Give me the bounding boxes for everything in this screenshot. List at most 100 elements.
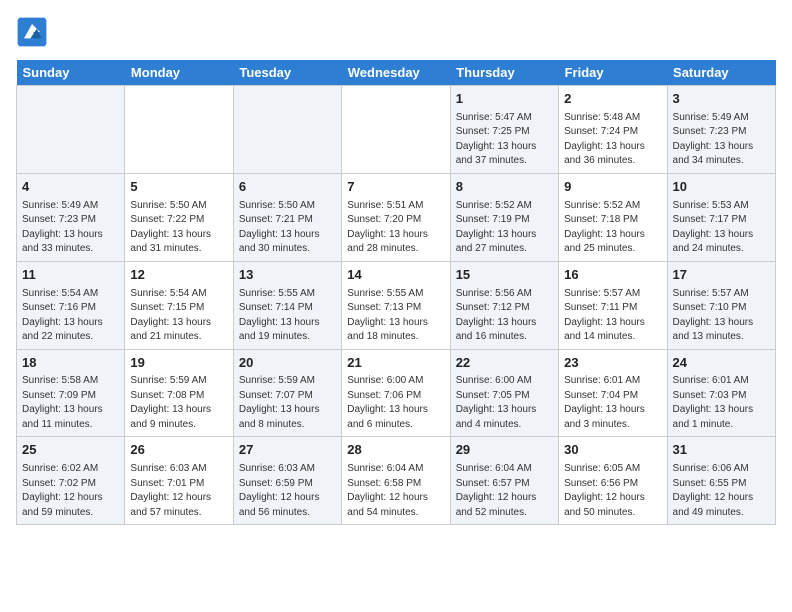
day-number: 11 — [22, 266, 119, 285]
calendar-week-4: 25 Sunrise: 6:02 AM Sunset: 7:02 PM Dayli… — [17, 437, 776, 525]
day-header-tuesday: Tuesday — [233, 60, 341, 86]
calendar-cell: 4 Sunrise: 5:49 AM Sunset: 7:23 PM Daylig… — [17, 173, 125, 261]
day-number: 22 — [456, 354, 553, 373]
day-number: 25 — [22, 441, 119, 460]
page-header — [16, 16, 776, 48]
calendar-cell — [17, 86, 125, 174]
day-number: 20 — [239, 354, 336, 373]
calendar-cell: 11 Sunrise: 5:54 AM Sunset: 7:16 PM Dayli… — [17, 261, 125, 349]
day-info: Sunrise: 6:03 AM Sunset: 6:59 PM Dayligh… — [239, 462, 336, 520]
day-info: Sunrise: 6:00 AM Sunset: 7:06 PM Dayligh… — [347, 374, 444, 432]
day-number: 28 — [347, 441, 444, 460]
day-info: Sunrise: 6:00 AM Sunset: 7:05 PM Dayligh… — [456, 374, 553, 432]
calendar-cell: 15 Sunrise: 5:56 AM Sunset: 7:12 PM Dayli… — [450, 261, 558, 349]
day-number: 15 — [456, 266, 553, 285]
calendar-cell: 26 Sunrise: 6:03 AM Sunset: 7:01 PM Dayli… — [125, 437, 233, 525]
day-number: 5 — [130, 178, 227, 197]
day-number: 13 — [239, 266, 336, 285]
day-header-thursday: Thursday — [450, 60, 558, 86]
day-info: Sunrise: 6:06 AM Sunset: 6:55 PM Dayligh… — [673, 462, 770, 520]
calendar-cell: 13 Sunrise: 5:55 AM Sunset: 7:14 PM Dayli… — [233, 261, 341, 349]
day-number: 19 — [130, 354, 227, 373]
day-info: Sunrise: 5:49 AM Sunset: 7:23 PM Dayligh… — [673, 111, 770, 169]
day-number: 29 — [456, 441, 553, 460]
calendar-cell: 25 Sunrise: 6:02 AM Sunset: 7:02 PM Dayli… — [17, 437, 125, 525]
day-info: Sunrise: 6:01 AM Sunset: 7:04 PM Dayligh… — [564, 374, 661, 432]
day-number: 12 — [130, 266, 227, 285]
calendar-table: SundayMondayTuesdayWednesdayThursdayFrid… — [16, 60, 776, 525]
calendar-cell: 31 Sunrise: 6:06 AM Sunset: 6:55 PM Dayli… — [667, 437, 775, 525]
calendar-cell: 29Sunrise: 6:04 AM Sunset: 6:57 PM Dayli… — [450, 437, 558, 525]
day-number: 1 — [456, 90, 553, 109]
calendar-cell: 10Sunrise: 5:53 AM Sunset: 7:17 PM Dayli… — [667, 173, 775, 261]
calendar-cell: 28 Sunrise: 6:04 AM Sunset: 6:58 PM Dayli… — [342, 437, 450, 525]
logo — [16, 16, 52, 48]
calendar-cell: 5Sunrise: 5:50 AM Sunset: 7:22 PM Daylig… — [125, 173, 233, 261]
calendar-week-3: 18Sunrise: 5:58 AM Sunset: 7:09 PM Dayli… — [17, 349, 776, 437]
header-row: SundayMondayTuesdayWednesdayThursdayFrid… — [17, 60, 776, 86]
calendar-cell: 1 Sunrise: 5:47 AM Sunset: 7:25 PM Daylig… — [450, 86, 558, 174]
day-info: Sunrise: 6:05 AM Sunset: 6:56 PM Dayligh… — [564, 462, 661, 520]
day-header-saturday: Saturday — [667, 60, 775, 86]
calendar-cell — [342, 86, 450, 174]
calendar-cell: 19Sunrise: 5:59 AM Sunset: 7:08 PM Dayli… — [125, 349, 233, 437]
calendar-cell: 14Sunrise: 5:55 AM Sunset: 7:13 PM Dayli… — [342, 261, 450, 349]
calendar-body: 1 Sunrise: 5:47 AM Sunset: 7:25 PM Daylig… — [17, 86, 776, 525]
day-info: Sunrise: 5:59 AM Sunset: 7:08 PM Dayligh… — [130, 374, 227, 432]
day-info: Sunrise: 5:50 AM Sunset: 7:21 PM Dayligh… — [239, 199, 336, 257]
calendar-cell: 6 Sunrise: 5:50 AM Sunset: 7:21 PM Daylig… — [233, 173, 341, 261]
calendar-cell: 3Sunrise: 5:49 AM Sunset: 7:23 PM Daylig… — [667, 86, 775, 174]
day-info: Sunrise: 5:57 AM Sunset: 7:10 PM Dayligh… — [673, 287, 770, 345]
day-info: Sunrise: 6:04 AM Sunset: 6:58 PM Dayligh… — [347, 462, 444, 520]
calendar-cell: 7 Sunrise: 5:51 AM Sunset: 7:20 PM Daylig… — [342, 173, 450, 261]
day-info: Sunrise: 5:52 AM Sunset: 7:19 PM Dayligh… — [456, 199, 553, 257]
day-info: Sunrise: 5:55 AM Sunset: 7:13 PM Dayligh… — [347, 287, 444, 345]
day-number: 16 — [564, 266, 661, 285]
calendar-cell: 20Sunrise: 5:59 AM Sunset: 7:07 PM Dayli… — [233, 349, 341, 437]
calendar-cell: 12 Sunrise: 5:54 AM Sunset: 7:15 PM Dayli… — [125, 261, 233, 349]
day-header-monday: Monday — [125, 60, 233, 86]
day-header-wednesday: Wednesday — [342, 60, 450, 86]
day-number: 6 — [239, 178, 336, 197]
day-info: Sunrise: 5:55 AM Sunset: 7:14 PM Dayligh… — [239, 287, 336, 345]
logo-icon — [16, 16, 48, 48]
day-number: 2 — [564, 90, 661, 109]
day-number: 30 — [564, 441, 661, 460]
day-number: 18 — [22, 354, 119, 373]
calendar-cell: 30 Sunrise: 6:05 AM Sunset: 6:56 PM Dayli… — [559, 437, 667, 525]
calendar-header: SundayMondayTuesdayWednesdayThursdayFrid… — [17, 60, 776, 86]
day-info: Sunrise: 6:03 AM Sunset: 7:01 PM Dayligh… — [130, 462, 227, 520]
day-header-sunday: Sunday — [17, 60, 125, 86]
day-info: Sunrise: 5:49 AM Sunset: 7:23 PM Dayligh… — [22, 199, 119, 257]
day-info: Sunrise: 5:51 AM Sunset: 7:20 PM Dayligh… — [347, 199, 444, 257]
calendar-cell — [125, 86, 233, 174]
day-info: Sunrise: 5:56 AM Sunset: 7:12 PM Dayligh… — [456, 287, 553, 345]
day-number: 8 — [456, 178, 553, 197]
day-info: Sunrise: 5:57 AM Sunset: 7:11 PM Dayligh… — [564, 287, 661, 345]
day-header-friday: Friday — [559, 60, 667, 86]
calendar-cell: 16 Sunrise: 5:57 AM Sunset: 7:11 PM Dayli… — [559, 261, 667, 349]
day-number: 26 — [130, 441, 227, 460]
calendar-cell: 9Sunrise: 5:52 AM Sunset: 7:18 PM Daylig… — [559, 173, 667, 261]
day-info: Sunrise: 5:58 AM Sunset: 7:09 PM Dayligh… — [22, 374, 119, 432]
calendar-cell: 22Sunrise: 6:00 AM Sunset: 7:05 PM Dayli… — [450, 349, 558, 437]
calendar-cell: 8 Sunrise: 5:52 AM Sunset: 7:19 PM Daylig… — [450, 173, 558, 261]
day-info: Sunrise: 5:54 AM Sunset: 7:16 PM Dayligh… — [22, 287, 119, 345]
day-info: Sunrise: 6:02 AM Sunset: 7:02 PM Dayligh… — [22, 462, 119, 520]
day-number: 21 — [347, 354, 444, 373]
calendar-cell: 17Sunrise: 5:57 AM Sunset: 7:10 PM Dayli… — [667, 261, 775, 349]
calendar-week-0: 1 Sunrise: 5:47 AM Sunset: 7:25 PM Daylig… — [17, 86, 776, 174]
day-info: Sunrise: 6:01 AM Sunset: 7:03 PM Dayligh… — [673, 374, 770, 432]
day-number: 31 — [673, 441, 770, 460]
day-number: 24 — [673, 354, 770, 373]
calendar-cell: 21Sunrise: 6:00 AM Sunset: 7:06 PM Dayli… — [342, 349, 450, 437]
day-number: 7 — [347, 178, 444, 197]
calendar-week-1: 4 Sunrise: 5:49 AM Sunset: 7:23 PM Daylig… — [17, 173, 776, 261]
calendar-cell: 18Sunrise: 5:58 AM Sunset: 7:09 PM Dayli… — [17, 349, 125, 437]
day-info: Sunrise: 5:54 AM Sunset: 7:15 PM Dayligh… — [130, 287, 227, 345]
day-info: Sunrise: 5:47 AM Sunset: 7:25 PM Dayligh… — [456, 111, 553, 169]
calendar-cell: 2Sunrise: 5:48 AM Sunset: 7:24 PM Daylig… — [559, 86, 667, 174]
day-number: 4 — [22, 178, 119, 197]
day-number: 27 — [239, 441, 336, 460]
day-number: 10 — [673, 178, 770, 197]
